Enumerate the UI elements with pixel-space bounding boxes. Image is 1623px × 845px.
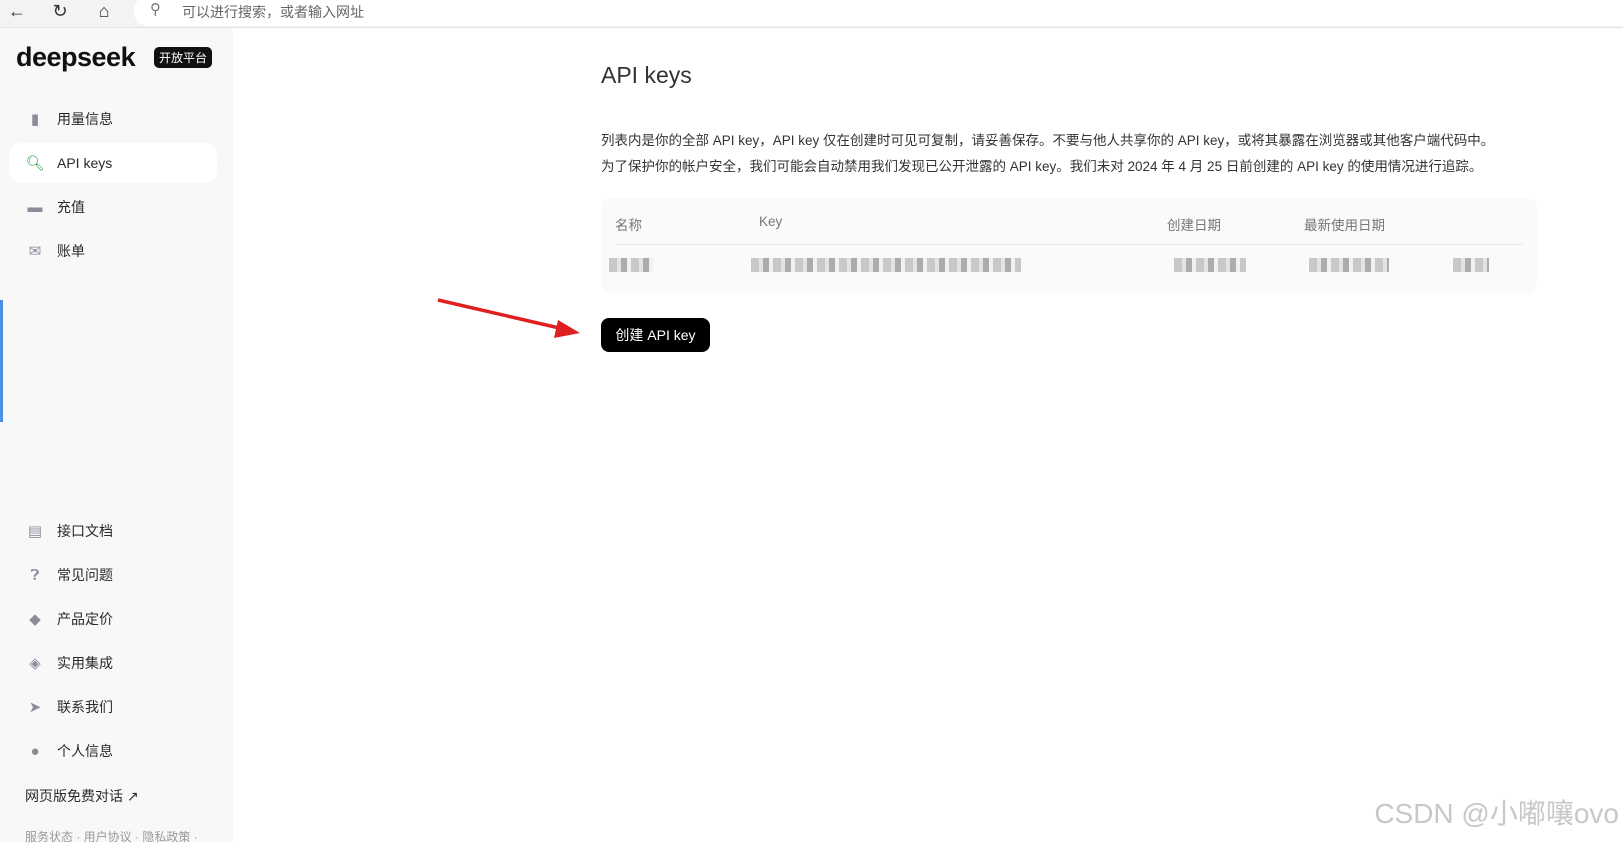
sidebar-item-usage[interactable]: ▮ 用量信息 bbox=[9, 99, 217, 139]
redacted-name bbox=[609, 258, 653, 272]
bill-icon: ✉ bbox=[28, 243, 42, 260]
sidebar-item-label: 实用集成 bbox=[57, 655, 113, 671]
sidebar-item-label: 账单 bbox=[57, 243, 85, 259]
address-bar[interactable]: ⚲ 可以进行搜索，或者输入网址 bbox=[134, 0, 1623, 26]
sidebar-item-label: 产品定价 bbox=[57, 611, 113, 627]
sidebar-item-label: 用量信息 bbox=[57, 111, 113, 127]
bar-chart-icon: ▮ bbox=[30, 111, 40, 128]
column-header-key: Key bbox=[759, 214, 783, 229]
page-title: API keys bbox=[601, 62, 692, 88]
user-icon: ● bbox=[30, 742, 40, 760]
description-line: 列表内是你的全部 API key，API key 仅在创建时可见可复制，请妥善保… bbox=[601, 133, 1495, 148]
watermark: CSDN @小嘟嚷ovo bbox=[1374, 798, 1619, 829]
tag-icon: ◆ bbox=[29, 611, 41, 628]
description: 列表内是你的全部 API key，API key 仅在创建时可见可复制，请妥善保… bbox=[601, 128, 1541, 180]
sidebar-item-label: 接口文档 bbox=[57, 523, 113, 539]
layers-icon: ◈ bbox=[29, 655, 41, 672]
api-keys-table: 名称 Key 创建日期 最新使用日期 bbox=[601, 198, 1537, 293]
sidebar-item-api-keys[interactable]: 🔍︎ API keys bbox=[9, 143, 217, 183]
sidebar-item-label: 联系我们 bbox=[57, 699, 113, 715]
browser-toolbar: ← ↻ ⌂ ⚲ 可以进行搜索，或者输入网址 bbox=[0, 0, 1623, 28]
redacted-created-date bbox=[1174, 258, 1246, 272]
sidebar-item-faq[interactable]: ❓︎ 常见问题 bbox=[9, 555, 217, 595]
back-icon[interactable]: ← bbox=[5, 0, 29, 22]
logo[interactable]: deepseek bbox=[16, 42, 136, 73]
row-actions[interactable] bbox=[1453, 258, 1489, 272]
sidebar-item-label: API keys bbox=[57, 155, 113, 171]
sidebar-item-profile[interactable]: ● 个人信息 bbox=[9, 731, 217, 771]
web-chat-link[interactable]: 网页版免费对话 ↗ bbox=[25, 786, 139, 806]
red-arrow-annotation bbox=[437, 298, 580, 338]
sidebar-item-pricing[interactable]: ◆ 产品定价 bbox=[9, 599, 217, 639]
reload-icon[interactable]: ↻ bbox=[48, 0, 72, 22]
document-icon: ▤ bbox=[27, 523, 43, 540]
redacted-key bbox=[751, 258, 1021, 272]
sidebar-item-label: 常见问题 bbox=[57, 567, 113, 583]
sidebar-item-label: 充值 bbox=[57, 199, 85, 215]
home-icon[interactable]: ⌂ bbox=[92, 0, 116, 22]
sidebar-item-integrations[interactable]: ◈ 实用集成 bbox=[9, 643, 217, 683]
create-api-key-button[interactable]: 创建 API key bbox=[601, 318, 710, 352]
description-line: 为了保护你的帐户安全，我们可能会自动禁用我们发现已公开泄露的 API key。我… bbox=[601, 159, 1483, 174]
key-icon: 🔍︎ bbox=[25, 155, 45, 172]
card-icon: ▬ bbox=[27, 198, 43, 216]
sidebar-item-contact[interactable]: ➤ 联系我们 bbox=[9, 687, 217, 727]
sidebar: deepseek 开放平台 ▮ 用量信息 🔍︎ API keys ▬ 充值 ✉ 账单 ▤… bbox=[0, 28, 233, 845]
sidebar-item-bills[interactable]: ✉ 账单 bbox=[9, 231, 217, 271]
column-header-created: 创建日期 bbox=[1167, 218, 1221, 233]
sidebar-item-topup[interactable]: ▬ 充值 bbox=[9, 187, 217, 227]
platform-badge: 开放平台 bbox=[154, 47, 213, 68]
sidebar-item-label: 个人信息 bbox=[57, 743, 113, 759]
scroll-indicator[interactable] bbox=[0, 300, 3, 422]
sidebar-item-docs[interactable]: ▤ 接口文档 bbox=[9, 511, 217, 551]
column-header-last-used: 最新使用日期 bbox=[1304, 218, 1385, 233]
search-icon: ⚲ bbox=[150, 1, 161, 18]
table-divider bbox=[615, 244, 1523, 245]
address-placeholder: 可以进行搜索，或者输入网址 bbox=[182, 4, 364, 20]
question-icon: ❓︎ bbox=[30, 566, 40, 584]
footer-links[interactable]: 服务状态 · 用户协议 · 隐私政策 · bbox=[25, 828, 198, 845]
send-icon: ➤ bbox=[28, 699, 42, 716]
redacted-last-used-date bbox=[1309, 258, 1389, 272]
column-header-name: 名称 bbox=[615, 218, 642, 233]
